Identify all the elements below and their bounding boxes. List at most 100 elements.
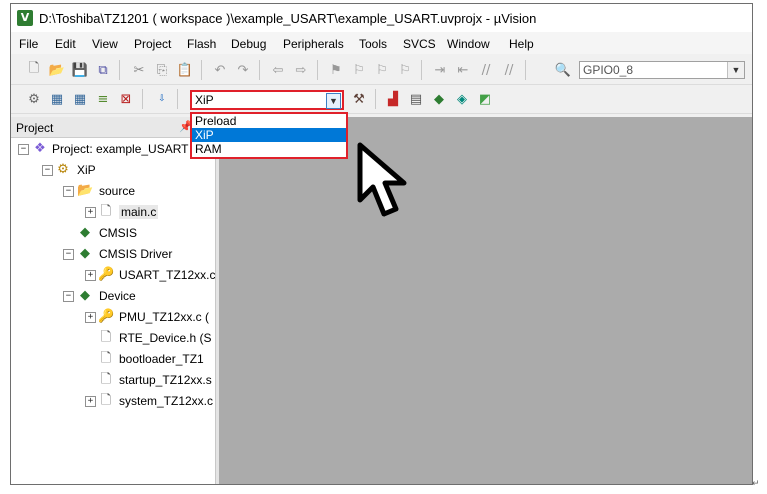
collapse-icon[interactable]: − xyxy=(42,165,53,176)
menu-peripherals[interactable]: Peripherals xyxy=(283,37,344,51)
project-panel: Project 📌 − ❖ Project: example_USART − ⚙… xyxy=(11,117,215,484)
project-icon: ❖ xyxy=(34,141,46,156)
menu-debug[interactable]: Debug xyxy=(231,37,266,51)
tree-group-label: source xyxy=(99,184,136,198)
cut-icon[interactable]: ✂ xyxy=(130,61,148,79)
clear-bookmarks-icon[interactable]: ⚐ xyxy=(396,61,414,79)
collapse-icon[interactable]: − xyxy=(63,249,74,260)
tree-file-label: system_TZ12xx.c xyxy=(119,394,214,408)
expand-icon[interactable]: + xyxy=(85,207,96,218)
save-all-icon[interactable]: ⧉ xyxy=(94,61,112,79)
paste-icon[interactable]: 📋 xyxy=(176,61,194,79)
file-icon: 🗋 xyxy=(100,393,112,408)
uncomment-icon[interactable]: // xyxy=(500,61,518,79)
manage-project-items-icon[interactable]: ▟ xyxy=(384,90,402,108)
target-dropdown-list: Preload XiP RAM xyxy=(190,112,348,159)
collapse-icon[interactable]: − xyxy=(18,144,29,155)
target-select-value: XiP xyxy=(195,93,214,107)
config-file-icon: 🔑 xyxy=(98,267,115,282)
bookmark-icon[interactable]: ⚑ xyxy=(327,61,345,79)
translate-icon[interactable]: ⚙ xyxy=(25,90,43,108)
menu-window[interactable]: Window xyxy=(447,37,490,51)
find-in-files-icon[interactable]: 🔍 xyxy=(554,61,572,79)
tree-target-label: XiP xyxy=(77,163,96,177)
menu-help[interactable]: Help xyxy=(509,37,534,51)
open-folder-icon[interactable]: 📂 xyxy=(48,61,66,79)
return-mark-icon: ↵ xyxy=(752,478,760,488)
save-icon[interactable]: 💾 xyxy=(71,61,89,79)
tree-root-label: Project: example_USART xyxy=(52,142,189,156)
target-options-icon[interactable]: ⚒ xyxy=(350,90,368,108)
expand-icon[interactable]: + xyxy=(85,270,96,281)
rte-config-icon[interactable]: ◩ xyxy=(476,90,494,108)
rebuild-icon[interactable]: ▦ xyxy=(71,90,89,108)
chevron-down-icon[interactable]: ▼ xyxy=(727,62,744,78)
build-icon[interactable]: ▦ xyxy=(48,90,66,108)
new-file-icon[interactable]: 🗋 xyxy=(25,61,43,79)
target-option-ram[interactable]: RAM xyxy=(192,142,346,156)
pointer-arrow-icon xyxy=(357,142,407,217)
file-icon: 🗋 xyxy=(100,351,112,366)
menu-file[interactable]: File xyxy=(19,37,38,51)
indent-icon[interactable]: ⇥ xyxy=(431,61,449,79)
manage-rte-icon[interactable]: ◆ xyxy=(430,90,448,108)
target-icon: ⚙ xyxy=(57,162,69,177)
unindent-icon[interactable]: ⇤ xyxy=(454,61,472,79)
batch-build-icon[interactable]: ≡ xyxy=(94,90,112,108)
menu-edit[interactable]: Edit xyxy=(55,37,76,51)
component-icon: ◆ xyxy=(80,288,90,303)
comment-icon[interactable]: // xyxy=(477,61,495,79)
redo-icon[interactable]: ↷ xyxy=(234,61,252,79)
target-select[interactable]: XiP ▼ xyxy=(190,90,344,110)
component-icon: ◆ xyxy=(80,225,90,240)
title-bar: V D:\Toshiba\TZ1201 ( workspace )\exampl… xyxy=(11,4,752,32)
expand-icon[interactable]: + xyxy=(85,396,96,407)
find-combo[interactable]: GPIO0_8 ▼ xyxy=(579,61,745,79)
navigate-back-icon[interactable]: ⇦ xyxy=(269,61,287,79)
stop-build-icon[interactable]: ⊠ xyxy=(117,90,135,108)
build-toolbar: ⚙ ▦ ▦ ≡ ⊠ ⇩ XiP ▼ ⚒ ▟ ▤ ◆ ◈ ◩ xyxy=(11,85,752,114)
menu-view[interactable]: View xyxy=(92,37,118,51)
uvision-logo-icon: V xyxy=(17,10,33,26)
tree-file-label: bootloader_TZ1 xyxy=(119,352,204,366)
pack-installer-icon[interactable]: ◈ xyxy=(453,90,471,108)
tree-component-label: CMSIS xyxy=(99,226,138,240)
uvision-window: V D:\Toshiba\TZ1201 ( workspace )\exampl… xyxy=(10,3,753,485)
tree-file-label: USART_TZ12xx.c xyxy=(119,268,216,282)
download-icon[interactable]: ⇩ xyxy=(153,90,171,108)
file-icon: 🗋 xyxy=(100,204,112,219)
tree-file-label: RTE_Device.h (S xyxy=(119,331,212,345)
target-option-xip[interactable]: XiP xyxy=(192,128,346,142)
menu-project[interactable]: Project xyxy=(134,37,171,51)
menu-tools[interactable]: Tools xyxy=(359,37,387,51)
collapse-icon[interactable]: − xyxy=(63,186,74,197)
file-icon: 🗋 xyxy=(100,330,112,345)
select-software-packs-icon[interactable]: ▤ xyxy=(407,90,425,108)
navigate-forward-icon[interactable]: ⇨ xyxy=(292,61,310,79)
next-bookmark-icon[interactable]: ⚐ xyxy=(373,61,391,79)
expand-icon[interactable]: + xyxy=(85,312,96,323)
config-file-icon: 🔑 xyxy=(98,309,115,324)
window-title: D:\Toshiba\TZ1201 ( workspace )\example_… xyxy=(39,11,537,26)
file-icon: 🗋 xyxy=(100,372,112,387)
menu-bar: File Edit View Project Flash Debug Perip… xyxy=(11,32,752,54)
project-panel-header: Project 📌 xyxy=(11,117,215,138)
tree-file-label: PMU_TZ12xx.c ( xyxy=(119,310,210,324)
collapse-icon[interactable]: − xyxy=(63,291,74,302)
find-combo-value: GPIO0_8 xyxy=(583,63,634,77)
editor-area[interactable] xyxy=(219,117,752,484)
undo-icon[interactable]: ↶ xyxy=(211,61,229,79)
target-option-preload[interactable]: Preload xyxy=(192,114,346,128)
chevron-down-icon[interactable]: ▼ xyxy=(326,93,341,109)
tree-component-label: Device xyxy=(99,289,136,303)
copy-icon[interactable]: ⎘ xyxy=(153,61,171,79)
file-toolbar: 🗋 📂 💾 ⧉ ✂ ⎘ 📋 ↶ ↷ ⇦ ⇨ ⚑ ⚐ ⚐ ⚐ ⇥ ⇤ // // … xyxy=(11,56,752,85)
tree-file-label: startup_TZ12xx.s xyxy=(119,373,212,387)
component-icon: ◆ xyxy=(80,246,90,261)
folder-icon: 📂 xyxy=(77,183,94,198)
menu-flash[interactable]: Flash xyxy=(187,37,216,51)
tree-file-label: main.c xyxy=(119,205,159,219)
prev-bookmark-icon[interactable]: ⚐ xyxy=(350,61,368,79)
project-panel-title: Project xyxy=(16,121,54,135)
menu-svcs[interactable]: SVCS xyxy=(403,37,436,51)
